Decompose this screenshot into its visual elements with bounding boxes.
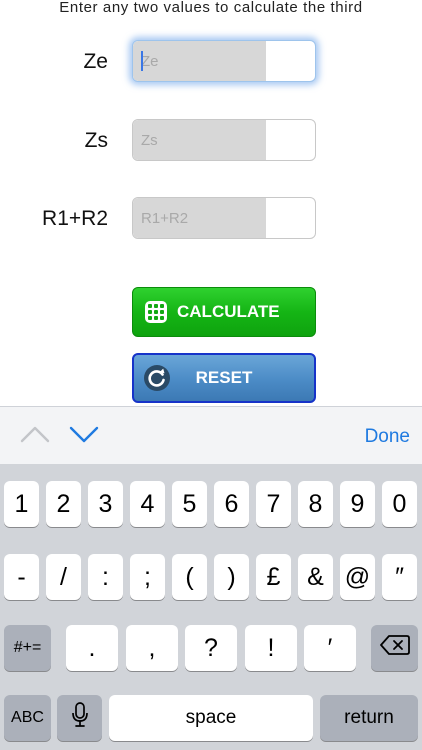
key-9[interactable]: 9 [340,481,375,527]
symbols-toggle-key[interactable]: #+= [4,625,51,671]
key-question[interactable]: ? [185,625,237,671]
key-slash[interactable]: / [46,554,81,600]
delete-key[interactable] [371,625,418,671]
key-ampersand[interactable]: & [298,554,333,600]
chevron-down-icon[interactable] [67,419,101,449]
key-comma[interactable]: , [126,625,178,671]
key-at[interactable]: @ [340,554,375,600]
key-3[interactable]: 3 [88,481,123,527]
zs-field-box[interactable] [132,119,316,161]
key-semicolon[interactable]: ; [130,554,165,600]
r1r2-input[interactable] [133,198,266,238]
r1r2-field-box[interactable] [132,197,316,239]
calculate-button[interactable]: CALCULATE [132,287,316,337]
return-key[interactable]: return [320,695,418,741]
reset-button[interactable]: RESET [132,353,316,403]
key-double-prime[interactable]: ″ [382,554,417,600]
key-open-paren[interactable]: ( [172,554,207,600]
ze-field-box[interactable] [132,40,316,82]
chevron-up-icon[interactable] [18,419,52,449]
key-hyphen[interactable]: - [4,554,39,600]
zs-label: Zs [84,129,108,152]
key-2[interactable]: 2 [46,481,81,527]
zs-row: Zs [0,119,422,163]
ze-row: Ze [0,40,422,84]
key-period[interactable]: . [66,625,118,671]
key-colon[interactable]: : [88,554,123,600]
key-8[interactable]: 8 [298,481,333,527]
keyboard-accessory-bar: Done [0,406,422,464]
key-pound[interactable]: £ [256,554,291,600]
calculate-label: CALCULATE [177,302,280,321]
ze-label: Ze [83,50,108,73]
reset-label: RESET [195,368,253,387]
key-4[interactable]: 4 [130,481,165,527]
key-1[interactable]: 1 [4,481,39,527]
r1r2-label: R1+R2 [42,207,108,230]
zs-input[interactable] [133,120,266,160]
key-5[interactable]: 5 [172,481,207,527]
numeric-keyboard: 1 2 3 4 5 6 7 8 9 0 - / : ; ( ) £ & @ ″ … [0,464,422,750]
ze-input[interactable] [133,41,266,81]
microphone-icon [71,701,89,735]
keypad-grid-icon [143,299,169,325]
mic-key[interactable] [57,695,102,741]
abc-key[interactable]: ABC [4,695,51,741]
refresh-icon [142,363,172,393]
key-close-paren[interactable]: ) [214,554,249,600]
key-6[interactable]: 6 [214,481,249,527]
key-exclamation[interactable]: ! [245,625,297,671]
backspace-icon [379,634,410,663]
instruction-text: Enter any two values to calculate the th… [59,0,363,16]
key-7[interactable]: 7 [256,481,291,527]
r1r2-row: R1+R2 [0,197,422,241]
space-key[interactable]: space [109,695,313,741]
done-button[interactable]: Done [365,407,410,465]
key-0[interactable]: 0 [382,481,417,527]
key-prime[interactable]: ′ [304,625,356,671]
